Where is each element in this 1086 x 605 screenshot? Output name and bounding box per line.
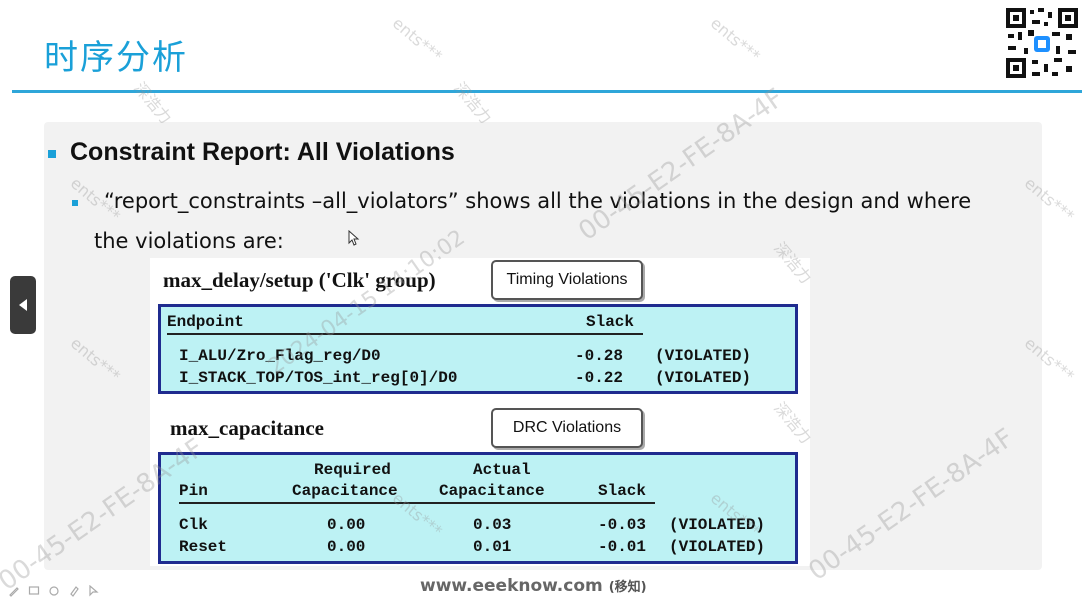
section-heading: Constraint Report: All Violations [70,138,455,166]
report-figure: max_delay/setup ('Clk' group) Timing Vio… [150,258,810,566]
table-row-status: (VIOLATED) [669,538,766,556]
table-row-slack: -0.28 [575,347,624,365]
highlighter-icon[interactable] [68,585,80,597]
table-row-endpoint: I_ALU/Zro_Flag_reg/D0 [179,347,381,365]
timing-report-box: Endpoint Slack I_ALU/Zro_Flag_reg/D0 -0.… [158,304,798,394]
drc-violations-callout: DRC Violations [491,408,643,448]
actual-header-top: Actual [473,461,531,479]
pen-icon[interactable] [8,585,20,597]
screen-icon[interactable] [28,585,40,597]
table-row-actual: 0.01 [473,538,512,556]
bullet-marker [48,150,56,158]
table-row-slack: -0.01 [598,538,647,556]
title-divider [12,90,1082,93]
slack-header: Slack [598,482,647,500]
header-rule [179,502,655,504]
prev-slide-icon [19,299,27,311]
description-line-2: the violations are: [94,229,284,253]
table-row-status: (VIOLATED) [655,347,752,365]
eraser-icon[interactable] [48,585,60,597]
pin-header: Pin [179,482,208,500]
slack-header: Slack [586,313,635,331]
mouse-cursor-icon [348,229,360,250]
table-row-slack: -0.03 [598,516,647,534]
endpoint-header: Endpoint [167,313,244,331]
watermark-text: ents*** [706,13,764,66]
qr-code-icon [1004,6,1080,80]
footer-url: www.eeeknow.com [420,576,603,596]
required-header-bottom: Capacitance [292,482,398,500]
table-row-status: (VIOLATED) [669,516,766,534]
table-row-actual: 0.03 [473,516,512,534]
timing-section-label: max_delay/setup ('Clk' group) [163,268,436,292]
drc-report-box: Required Actual Pin Capacitance Capacita… [158,452,798,564]
required-header-top: Required [314,461,391,479]
timing-violations-callout: Timing Violations [491,260,643,300]
drc-section-label: max_capacitance [170,416,324,440]
table-row-slack: -0.22 [575,369,624,387]
watermark-text: 深浩力 [450,78,496,128]
slide-toolbar [8,584,100,597]
table-row-required: 0.00 [327,538,366,556]
table-row-required: 0.00 [327,516,366,534]
sub-bullet-marker [72,200,78,206]
table-row-pin: Clk [179,516,208,534]
table-row-status: (VIOLATED) [655,369,752,387]
slide-title: 时序分析 [44,38,188,78]
table-row-endpoint: I_STACK_TOP/TOS_int_reg[0]/D0 [179,369,458,387]
footer-cn: (移知) [608,580,647,595]
description-line-1: “report_constraints –all_violators” show… [104,189,972,213]
watermark-text: ents*** [388,13,446,66]
table-row-pin: Reset [179,538,228,556]
footer-watermark: www.eeeknow.com (移知) [420,576,647,596]
pointer-icon[interactable] [88,584,100,597]
watermark-text: 深浩力 [130,78,176,128]
prev-slide-button[interactable] [10,276,36,334]
header-rule [167,333,643,335]
actual-header-bottom: Capacitance [439,482,545,500]
